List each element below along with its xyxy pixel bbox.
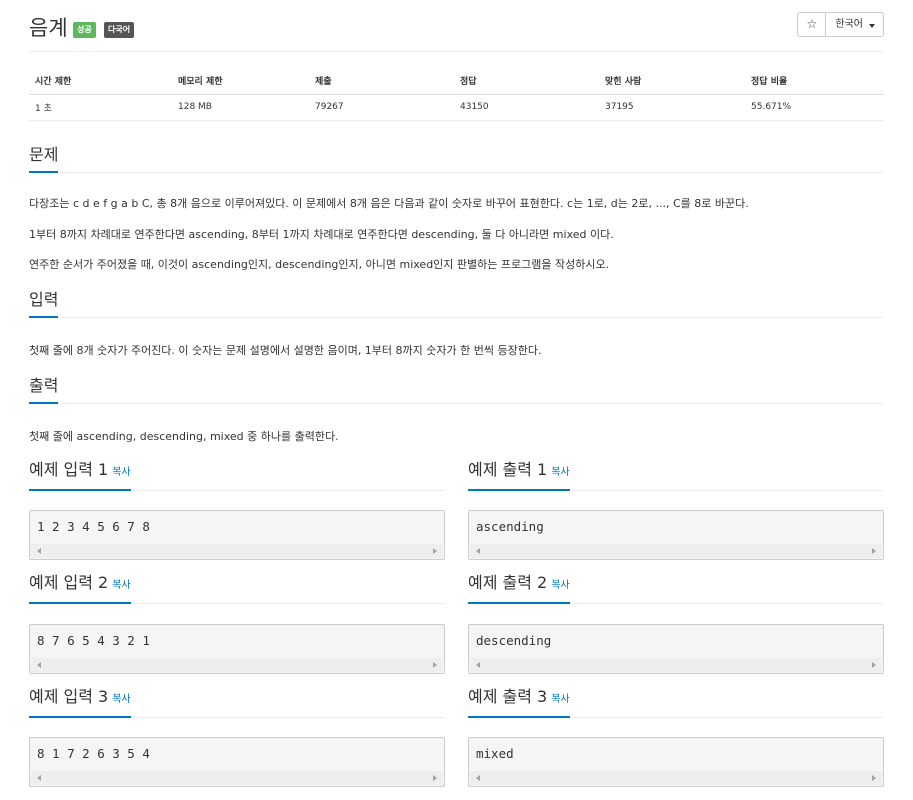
input-section-header: 입력 xyxy=(29,286,884,318)
copy-button[interactable]: 복사 xyxy=(112,467,130,478)
output-description: 첫째 줄에 ascending, descending, mixed 중 하나를… xyxy=(29,430,339,443)
header-submissions: 제출 xyxy=(309,68,454,95)
cell-solvers: 37195 xyxy=(599,94,745,121)
copy-button[interactable]: 복사 xyxy=(551,580,569,591)
scroll-right-icon[interactable] xyxy=(872,662,876,668)
multilang-badge: 다국어 xyxy=(104,22,135,38)
horizontal-scrollbar[interactable] xyxy=(470,544,882,558)
success-badge: 성공 xyxy=(73,22,96,38)
input-description: 첫째 줄에 8개 숫자가 주어진다. 이 숫자는 문제 설명에서 설명한 음이며… xyxy=(29,344,542,357)
sample-input-3-header: 예제 입력 3 복사 xyxy=(29,687,445,718)
sample-output-1-text: ascending xyxy=(476,519,544,534)
scroll-left-icon[interactable] xyxy=(476,775,480,781)
header-accepted: 정답 xyxy=(454,68,599,95)
sample-output-1-title: 예제 출력 1 xyxy=(468,460,548,479)
sample-input-1-text: 1 2 3 4 5 6 7 8 xyxy=(37,519,150,534)
sample-output-3-box[interactable]: mixed xyxy=(468,737,884,787)
sample-input-3-text: 8 1 7 2 6 3 5 4 xyxy=(37,746,150,761)
scroll-right-icon[interactable] xyxy=(433,662,437,668)
scroll-left-icon[interactable] xyxy=(476,662,480,668)
problem-header: 음계 성공 다국어 ☆ 한국어 xyxy=(29,10,884,52)
table-header-row: 시간 제한 메모리 제한 제출 정답 맞힌 사람 정답 비율 xyxy=(29,68,884,95)
language-dropdown[interactable]: 한국어 xyxy=(826,13,883,36)
copy-button[interactable]: 복사 xyxy=(112,694,130,705)
copy-button[interactable]: 복사 xyxy=(551,694,569,705)
sample-input-2-header: 예제 입력 2 복사 xyxy=(29,573,445,604)
sample-output-3-text: mixed xyxy=(476,746,514,761)
scroll-left-icon[interactable] xyxy=(476,548,480,554)
scroll-right-icon[interactable] xyxy=(872,775,876,781)
header-time-limit: 시간 제한 xyxy=(29,68,172,95)
scroll-right-icon[interactable] xyxy=(872,548,876,554)
scroll-right-icon[interactable] xyxy=(433,548,437,554)
cell-submissions: 79267 xyxy=(309,94,454,121)
problem-paragraph-3: 연주한 순서가 주어졌을 때, 이것이 ascending인지, descend… xyxy=(29,258,610,271)
header-button-group: ☆ 한국어 xyxy=(797,12,884,37)
sample-output-2-text: descending xyxy=(476,633,552,648)
cell-accepted: 43150 xyxy=(454,94,599,121)
copy-button[interactable]: 복사 xyxy=(112,580,130,591)
sample-input-2-box[interactable]: 8 7 6 5 4 3 2 1 xyxy=(29,624,445,674)
sample-output-3-header: 예제 출력 3 복사 xyxy=(468,687,884,718)
sample-input-2-title: 예제 입력 2 xyxy=(29,573,109,592)
sample-output-2-box[interactable]: descending xyxy=(468,624,884,674)
horizontal-scrollbar[interactable] xyxy=(31,771,443,785)
horizontal-scrollbar[interactable] xyxy=(470,658,882,672)
scroll-right-icon[interactable] xyxy=(433,775,437,781)
language-label: 한국어 xyxy=(835,19,863,30)
problem-paragraph-2: 1부터 8까지 차례대로 연주한다면 ascending, 8부터 1까지 차례… xyxy=(29,228,614,241)
cell-memory-limit: 128 MB xyxy=(172,94,309,121)
copy-button[interactable]: 복사 xyxy=(551,467,569,478)
horizontal-scrollbar[interactable] xyxy=(31,544,443,558)
sample-output-1-box[interactable]: ascending xyxy=(468,510,884,560)
page-title: 음계 xyxy=(29,16,68,40)
star-icon[interactable]: ☆ xyxy=(798,13,827,36)
sample-output-2-title: 예제 출력 2 xyxy=(468,573,548,592)
problem-section-title: 문제 xyxy=(29,145,59,173)
sample-output-2-header: 예제 출력 2 복사 xyxy=(468,573,884,604)
header-memory-limit: 메모리 제한 xyxy=(172,68,309,95)
output-section-title: 출력 xyxy=(29,376,59,404)
horizontal-scrollbar[interactable] xyxy=(31,658,443,672)
input-section-title: 입력 xyxy=(29,290,59,318)
sample-output-3-title: 예제 출력 3 xyxy=(468,687,548,706)
caret-down-icon xyxy=(869,23,875,28)
header-solvers: 맞힌 사람 xyxy=(599,68,745,95)
table-row: 1 초 128 MB 79267 43150 37195 55.671% xyxy=(29,94,884,121)
problem-section-header: 문제 xyxy=(29,141,884,173)
sample-input-2-text: 8 7 6 5 4 3 2 1 xyxy=(37,633,150,648)
sample-input-1-header: 예제 입력 1 복사 xyxy=(29,460,445,491)
sample-input-1-title: 예제 입력 1 xyxy=(29,460,109,479)
sample-input-1-box[interactable]: 1 2 3 4 5 6 7 8 xyxy=(29,510,445,560)
horizontal-scrollbar[interactable] xyxy=(470,771,882,785)
sample-input-3-box[interactable]: 8 1 7 2 6 3 5 4 xyxy=(29,737,445,787)
sample-input-3-title: 예제 입력 3 xyxy=(29,687,109,706)
problem-paragraph-1: 다장조는 c d e f g a b C, 총 8개 음으로 이루어져있다. 이… xyxy=(29,197,749,210)
cell-accept-ratio: 55.671% xyxy=(745,94,884,121)
cell-time-limit: 1 초 xyxy=(29,94,172,121)
scroll-left-icon[interactable] xyxy=(37,662,41,668)
header-accept-ratio: 정답 비율 xyxy=(745,68,884,95)
scroll-left-icon[interactable] xyxy=(37,548,41,554)
sample-output-1-header: 예제 출력 1 복사 xyxy=(468,460,884,491)
output-section-header: 출력 xyxy=(29,372,884,404)
problem-info-table: 시간 제한 메모리 제한 제출 정답 맞힌 사람 정답 비율 1 초 128 M… xyxy=(29,68,884,121)
scroll-left-icon[interactable] xyxy=(37,775,41,781)
